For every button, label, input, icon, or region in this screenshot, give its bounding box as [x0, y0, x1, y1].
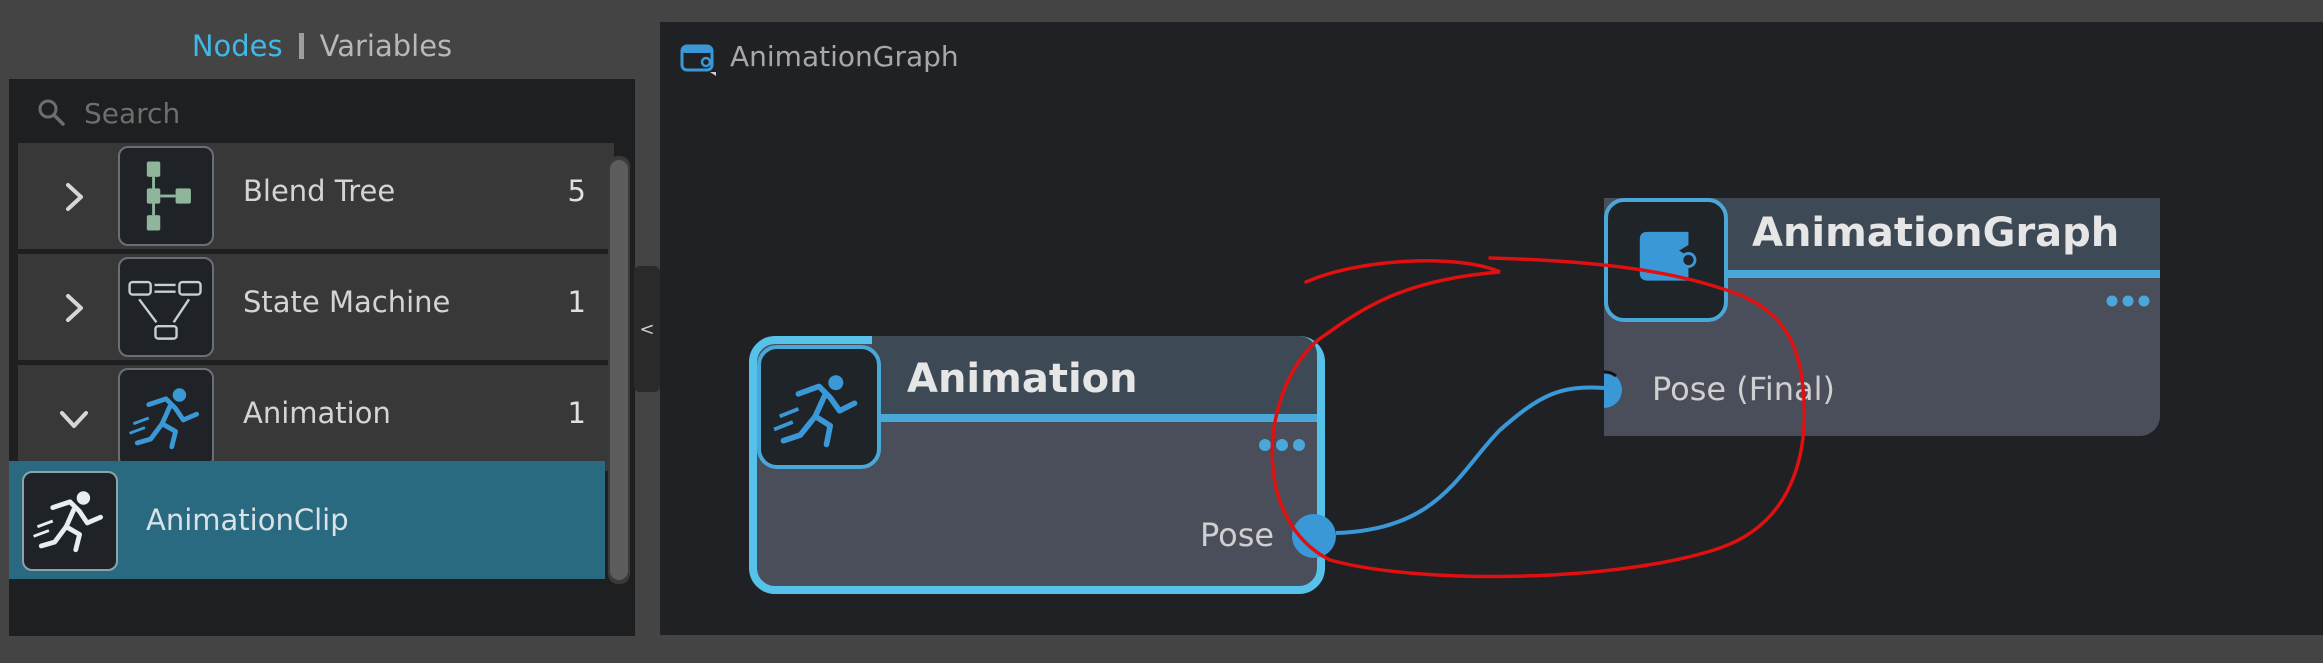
running-figure-icon — [757, 345, 881, 469]
scrollbar-thumb[interactable] — [610, 160, 628, 580]
graph-tab-title: AnimationGraph — [730, 40, 959, 73]
pose-output-port[interactable] — [1292, 514, 1336, 558]
search-icon — [38, 99, 65, 126]
more-options-icon[interactable] — [1258, 437, 1306, 453]
tab-nodes[interactable]: Nodes — [192, 29, 283, 63]
more-options-icon[interactable] — [2106, 293, 2150, 309]
animation-graph-node-title: AnimationGraph — [1752, 210, 2120, 256]
list-item-animation[interactable]: Animation 1 — [18, 365, 614, 471]
collapse-panel-button[interactable]: < — [634, 266, 660, 392]
panel-tabs: Nodes Variables — [0, 18, 644, 74]
list-item-label: State Machine — [243, 285, 451, 319]
graph-output-icon — [680, 44, 716, 76]
animation-node-title: Animation — [907, 356, 1138, 402]
list-item-label: AnimationClip — [146, 503, 349, 537]
state-machine-icon — [118, 257, 214, 357]
list-item-blend-tree[interactable]: Blend Tree 5 — [18, 143, 614, 249]
list-item-count: 1 — [567, 285, 586, 319]
tab-separator — [298, 33, 304, 59]
list-item-state-machine[interactable]: State Machine 1 — [18, 254, 614, 360]
output-port-label: Pose — [1200, 516, 1275, 554]
list-item-count: 5 — [567, 174, 586, 208]
input-port-label: Pose (Final) — [1652, 370, 1835, 408]
pose-final-input-port[interactable] — [1598, 370, 1634, 410]
list-item-label: Blend Tree — [243, 174, 396, 208]
search-input[interactable] — [82, 88, 606, 138]
graph-output-icon — [1604, 198, 1728, 322]
list-item-count: 1 — [567, 396, 586, 430]
running-figure-icon — [118, 368, 214, 468]
chevron-right-icon[interactable] — [54, 288, 94, 328]
list-item-animation-clip[interactable]: AnimationClip — [9, 461, 605, 579]
chevron-down-icon[interactable] — [54, 399, 94, 439]
list-item-label: Animation — [243, 396, 391, 430]
tab-variables[interactable]: Variables — [320, 29, 453, 63]
running-figure-icon — [22, 471, 118, 571]
chevron-right-icon[interactable] — [54, 177, 94, 217]
blend-tree-icon — [118, 146, 214, 246]
